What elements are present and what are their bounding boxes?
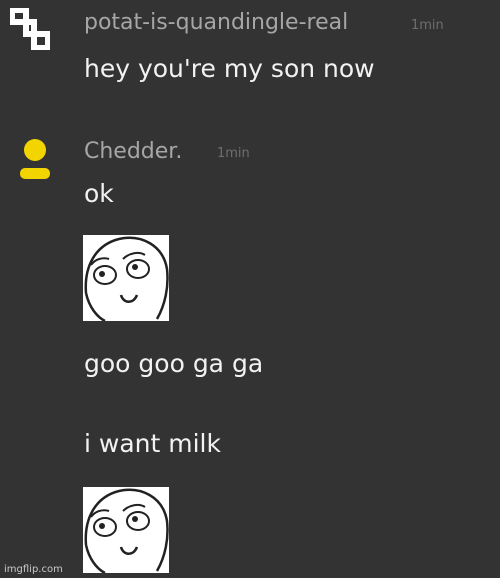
timestamp: 1min	[217, 146, 250, 161]
derp-face-sticker[interactable]	[83, 235, 169, 323]
avatar-chedder[interactable]	[14, 137, 56, 183]
user-silhouette-icon	[20, 139, 50, 179]
username-chedder[interactable]: Chedder.	[84, 141, 182, 163]
derp-face-sticker[interactable]	[83, 487, 169, 575]
avatar-potat[interactable]	[9, 7, 51, 51]
timestamp: 1min	[411, 18, 444, 33]
watermark: imgflip.com	[4, 564, 63, 575]
message-text: ok	[84, 179, 114, 208]
derp-face-icon	[83, 487, 169, 575]
username-potat[interactable]: potat-is-quandingle-real	[84, 12, 348, 34]
derp-face-icon	[83, 235, 169, 323]
message-text: goo goo ga ga	[84, 349, 264, 378]
message-text: i want milk	[84, 429, 221, 458]
message-text: hey you're my son now	[84, 54, 375, 83]
blocky-avatar-icon	[9, 7, 51, 51]
